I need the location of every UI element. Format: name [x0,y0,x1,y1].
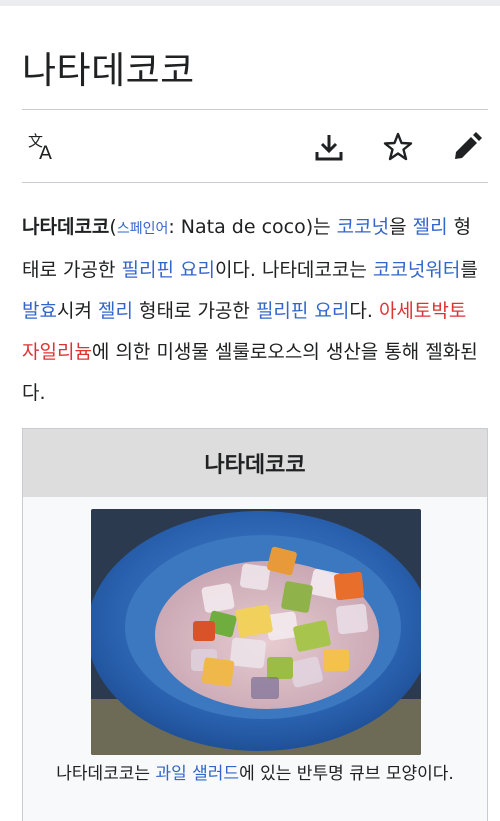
caption-text: 나타데코코는 [56,764,156,784]
pencil-icon [455,132,482,159]
link-philippine-cuisine-2[interactable]: 필리핀 요리 [256,300,349,322]
page-actions-toolbar: 文 A [22,122,488,176]
edit-button[interactable] [448,128,486,166]
infobox: 나타데코코 나타데코코는 과일 샐러드에 있는 반투명 큐브 모양이다. [22,428,488,821]
link-coconut[interactable]: 코코넛 [337,216,389,238]
star-icon [383,132,413,161]
lead-text: 이다. 나타데코코는 [214,259,373,281]
title-divider [22,109,488,110]
infobox-heading: 나타데코코 [23,429,487,497]
infobox-caption: 나타데코코는 과일 샐러드에 있는 반투명 큐브 모양이다. [23,757,487,791]
fruit-salad-illustration [91,509,421,755]
link-fermentation[interactable]: 발효 [22,300,57,322]
language-icon: 文 A [28,132,52,162]
link-jelly-2[interactable]: 젤리 [98,300,133,322]
lead-text: ( [109,216,117,238]
lead-text: 를 [460,259,478,281]
link-fruit-salad[interactable]: 과일 샐러드 [155,764,239,784]
lead-text: : Nata de coco)는 [168,216,337,238]
link-jelly[interactable]: 젤리 [413,216,448,238]
nata-de-coco-image[interactable] [91,509,421,755]
lead-text: 다. [349,300,379,322]
svg-text:A: A [39,142,52,162]
link-spanish[interactable]: 스페인어 [117,221,169,237]
link-coconut-water[interactable]: 코코넛워터 [373,259,460,281]
watch-star-button[interactable] [379,128,417,166]
lead-text: 형태로 가공한 [132,300,256,322]
lead-term: 나타데코코 [22,216,110,238]
lead-paragraph: 나타데코코(스페인어: Nata de coco)는 코코넛을 젤리 형태로 가… [22,207,484,414]
page-title: 나타데코코 [22,49,195,92]
language-button[interactable]: 文 A [24,128,62,166]
top-bar-shadow [0,0,500,6]
lead-text: 을 [389,216,413,238]
caption-text: 에 있는 반투명 큐브 모양이다. [239,764,454,784]
link-philippine-cuisine[interactable]: 필리핀 요리 [121,259,214,281]
toolbar-divider [22,182,488,183]
lead-text: 시켜 [56,300,98,322]
download-icon [315,135,343,161]
download-button[interactable] [310,128,348,166]
